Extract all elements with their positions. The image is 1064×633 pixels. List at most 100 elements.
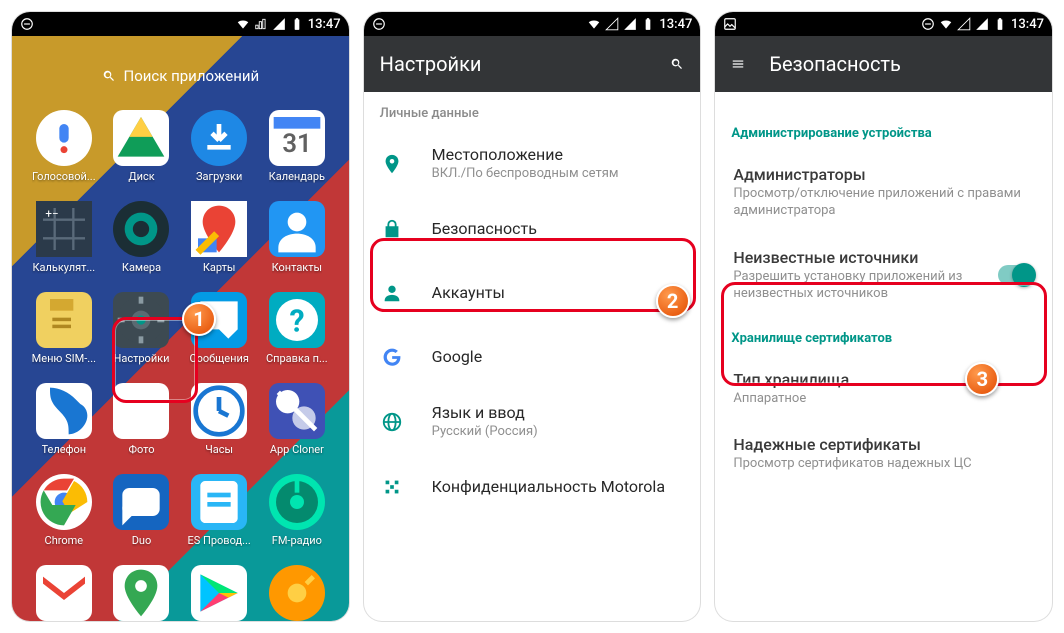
search-apps[interactable]: Поиск приложений xyxy=(30,58,331,94)
settings-item-title: Аккаунты xyxy=(432,283,685,302)
app-label: Голосовой... xyxy=(32,170,96,183)
app-icon: 31 xyxy=(269,110,325,166)
security-appbar: Безопасность xyxy=(715,36,1052,92)
app-Справка п...[interactable]: ? Справка п... xyxy=(261,292,333,365)
phone-security: 13:47 Безопасность Администрирование уст… xyxy=(715,12,1052,621)
app-label: Настройки xyxy=(114,352,170,365)
unknown-sub: Разрешить установку приложений из неизве… xyxy=(733,269,998,303)
app-label: Часы xyxy=(205,443,233,456)
app-icon xyxy=(113,474,169,530)
app-Калькулят...[interactable]: +−Калькулят... xyxy=(28,201,100,274)
status-bar: 13:47 xyxy=(12,12,349,36)
app-Фото[interactable]: Фото xyxy=(106,383,178,456)
app-App Cloner[interactable]: App Cloner xyxy=(261,383,333,456)
item-administrators[interactable]: Администраторы Просмотр/отключение прило… xyxy=(715,151,1052,234)
app-icon: ? xyxy=(269,292,325,348)
dnd-icon xyxy=(20,17,34,31)
settings-item-0[interactable]: МестоположениеВКЛ./По беспроводным сетям xyxy=(364,131,701,197)
settings-item-4[interactable]: Язык и ввод Русский (Россия) xyxy=(364,389,701,455)
phone-settings: 13:47 Настройки Личные данные Местополож… xyxy=(364,12,701,621)
settings-item-sub: Русский (Россия) xyxy=(432,424,685,441)
settings-item-3[interactable]: Google xyxy=(364,325,701,389)
app-Меню SIM-...[interactable]: Меню SIM-... xyxy=(28,292,100,365)
app-icon xyxy=(191,110,247,166)
app-label: Карты xyxy=(203,261,236,274)
search-icon[interactable] xyxy=(670,57,684,71)
status-time: 13:47 xyxy=(1011,17,1044,32)
app-icon xyxy=(269,201,325,257)
app-Камера[interactable]: Камера xyxy=(106,201,178,274)
app-icon xyxy=(269,474,325,530)
status-time: 13:47 xyxy=(659,17,692,32)
settings-title: Настройки xyxy=(380,52,482,76)
app-Контакты[interactable]: Контакты xyxy=(261,201,333,274)
battery-icon xyxy=(641,17,655,31)
phone-app-drawer: 13:47 Поиск приложений Голосовой... Диск З… xyxy=(12,12,349,621)
app-label: ES Провод... xyxy=(188,534,251,547)
section-cert: Хранилище сертификатов xyxy=(715,317,1052,356)
app-label: Сообщения xyxy=(189,352,248,365)
trusted-sub: Просмотр сертификатов надежных ЦС xyxy=(733,456,1034,473)
app-label: Календарь xyxy=(269,170,325,183)
app-Настройки[interactable]: Настройки xyxy=(106,292,178,365)
app-label: Chrome xyxy=(45,534,84,547)
status-bar: 13:47 xyxy=(715,12,1052,36)
app-Часы[interactable]: Часы xyxy=(183,383,255,456)
app-ES Провод...[interactable]: ES Провод... xyxy=(183,474,255,547)
item-storage-type[interactable]: Тип хранилища Аппаратное xyxy=(715,356,1052,422)
admins-title: Администраторы xyxy=(733,165,1034,184)
app-label: Загрузки xyxy=(196,170,242,183)
app-label: Телефон xyxy=(42,443,87,456)
app-Duo[interactable]: Duo xyxy=(106,474,178,547)
section-admin: Администрирование устройства xyxy=(715,112,1052,151)
app-icon xyxy=(191,383,247,439)
app-Chrome[interactable]: Chrome xyxy=(28,474,100,547)
svg-text:?: ? xyxy=(289,305,304,340)
section-personal: Личные данные xyxy=(364,92,701,131)
signal-icon xyxy=(605,17,619,31)
settings-item-2[interactable]: Аккаунты xyxy=(364,261,701,325)
app-drawer: Поиск приложений Голосовой... Диск Загрузк… xyxy=(12,36,349,621)
signal2-icon xyxy=(975,17,989,31)
settings-appbar: Настройки xyxy=(364,36,701,92)
battery-icon xyxy=(290,17,304,31)
app-icon xyxy=(269,565,325,621)
battery-icon xyxy=(993,17,1007,31)
settings-item-1[interactable]: Безопасность xyxy=(364,197,701,261)
settings-item-title: Язык и ввод xyxy=(432,403,685,422)
signal-icon xyxy=(254,17,268,31)
app-Телефон[interactable]: Телефон xyxy=(28,383,100,456)
app-Maps[interactable]: Maps xyxy=(106,565,178,621)
app-Play Музы...[interactable]: Play Музы... xyxy=(261,565,333,621)
item-unknown-sources[interactable]: Неизвестные источники Разрешить установк… xyxy=(715,234,1052,317)
app-Карты[interactable]: Карты xyxy=(183,201,255,274)
settings-item-icon xyxy=(380,281,404,305)
settings-item-5[interactable]: Конфиденциальность Motorola xyxy=(364,455,701,519)
app-Загрузки[interactable]: Загрузки xyxy=(183,110,255,183)
settings-item-title: Конфиденциальность Motorola xyxy=(432,477,685,496)
app-FM-радио[interactable]: FM-радио xyxy=(261,474,333,547)
unknown-title: Неизвестные источники xyxy=(733,248,998,267)
app-label: App Cloner xyxy=(270,443,324,456)
app-Play Марк...[interactable]: Play Марк... xyxy=(183,565,255,621)
app-icon xyxy=(113,292,169,348)
app-label: Контакты xyxy=(272,261,323,274)
search-icon xyxy=(102,69,116,83)
item-trusted-certs[interactable]: Надежные сертификаты Просмотр сертификат… xyxy=(715,421,1052,487)
app-label: Справка п... xyxy=(266,352,328,365)
admins-sub: Просмотр/отключение приложений с правами… xyxy=(733,186,1034,220)
app-icon xyxy=(36,383,92,439)
app-label: Диск xyxy=(128,170,154,183)
hamburger-icon[interactable] xyxy=(731,57,745,71)
app-label: Duo xyxy=(132,534,152,547)
settings-item-title: Google xyxy=(432,347,685,366)
app-Голосовой...[interactable]: Голосовой... xyxy=(28,110,100,183)
app-icon xyxy=(191,474,247,530)
app-icon xyxy=(113,383,169,439)
app-Диск[interactable]: Диск xyxy=(106,110,178,183)
app-Календарь[interactable]: 31 Календарь xyxy=(261,110,333,183)
unknown-sources-toggle[interactable] xyxy=(998,265,1034,285)
app-Gmail[interactable]: Gmail xyxy=(28,565,100,621)
app-icon xyxy=(191,565,247,621)
app-icon xyxy=(191,201,247,257)
